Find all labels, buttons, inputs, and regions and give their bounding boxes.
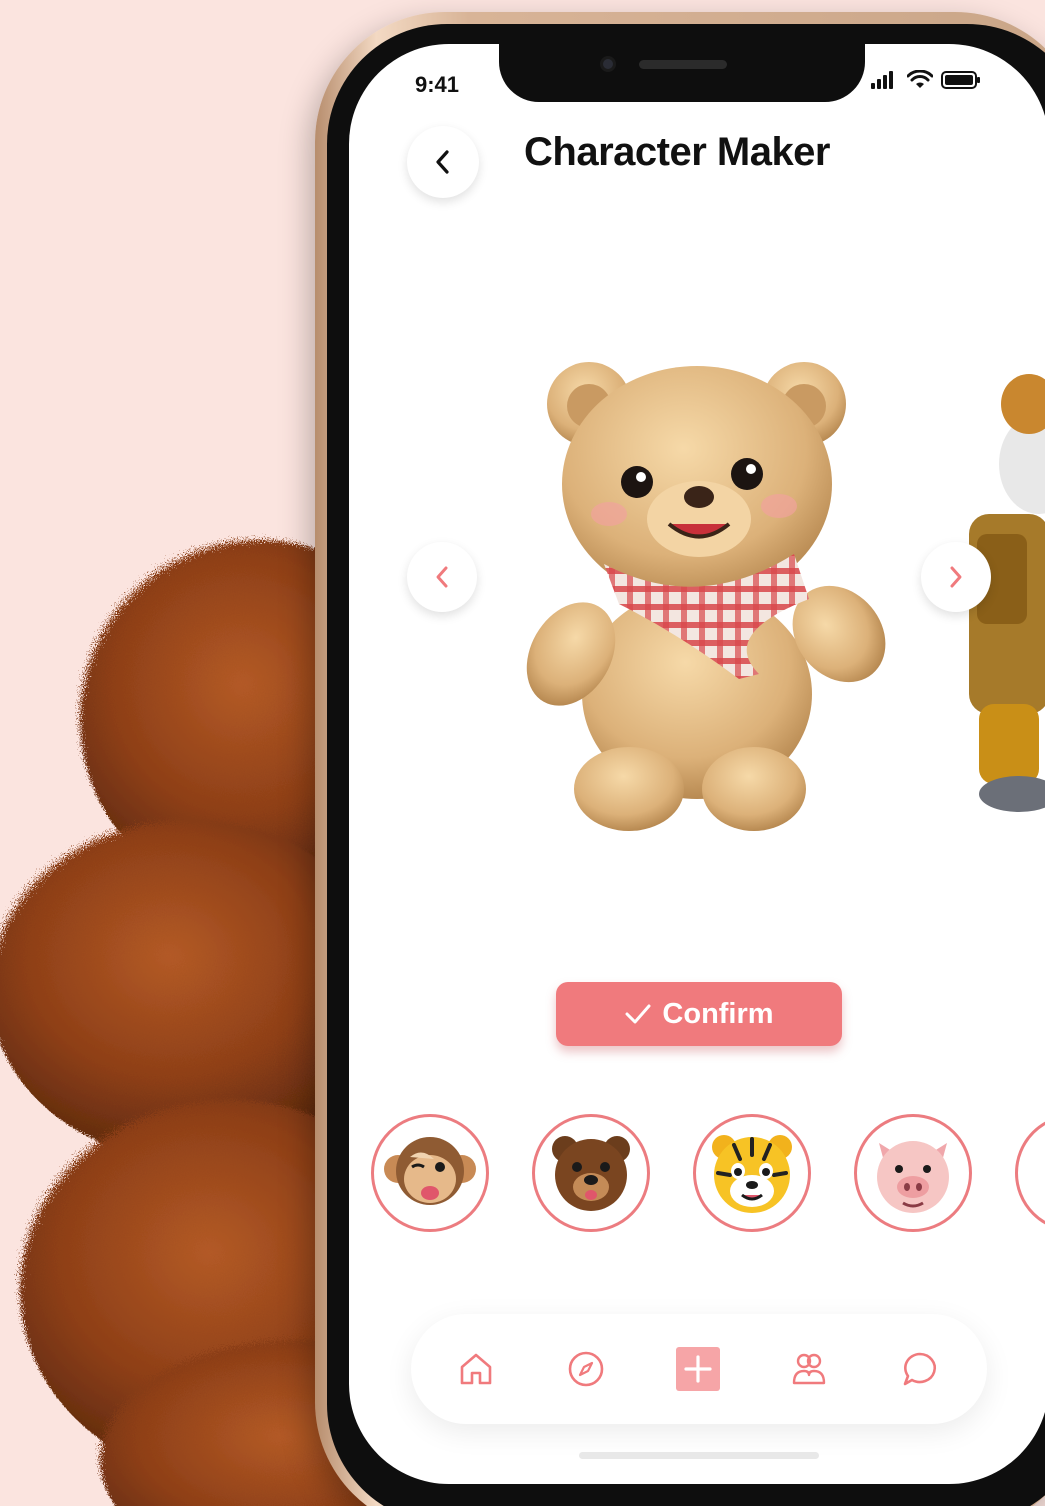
chevron-right-icon: [950, 566, 962, 588]
next-character-button[interactable]: [921, 542, 991, 612]
teddy-bear-character: [526, 362, 886, 831]
battery-icon: [941, 71, 980, 89]
page-title: Character Maker: [524, 130, 831, 174]
avatar-monkey[interactable]: [371, 1114, 489, 1232]
confirm-label: Confirm: [662, 997, 774, 1030]
tab-create[interactable]: [673, 1344, 723, 1394]
bear-icon: [552, 1136, 630, 1211]
status-icons: [871, 68, 981, 92]
tab-explore[interactable]: [561, 1344, 611, 1394]
tab-home[interactable]: [451, 1344, 501, 1394]
avatar-more[interactable]: [1015, 1114, 1045, 1232]
check-icon: [625, 1004, 651, 1024]
tab-messages[interactable]: [895, 1344, 945, 1394]
chevron-left-icon: [436, 150, 449, 174]
speaker-grille: [639, 60, 727, 69]
chevron-left-icon: [436, 566, 448, 588]
bottom-tab-bar: [411, 1314, 987, 1424]
tiger-icon: [712, 1135, 792, 1213]
chat-icon: [903, 1352, 936, 1386]
pig-icon: [877, 1141, 949, 1213]
signal-icon: [871, 71, 893, 89]
status-time: 9:41: [415, 72, 460, 97]
previous-character-button[interactable]: [407, 542, 477, 612]
tab-friends[interactable]: [784, 1344, 834, 1394]
compass-icon: [568, 1351, 604, 1387]
phone-screen: 9:41 Character Maker Confirm: [349, 44, 1045, 1484]
back-button[interactable]: [407, 126, 479, 198]
avatar-pig[interactable]: [854, 1114, 972, 1232]
plus-icon: [676, 1347, 720, 1391]
camera-icon: [600, 56, 616, 72]
notch: [499, 44, 865, 102]
avatar-list: [349, 1114, 1045, 1244]
monkey-icon: [384, 1137, 476, 1205]
home-icon: [460, 1353, 492, 1385]
avatar-tiger[interactable]: [693, 1114, 811, 1232]
avatar-bear[interactable]: [532, 1114, 650, 1232]
wifi-icon: [907, 70, 933, 88]
confirm-button[interactable]: Confirm: [556, 982, 842, 1046]
home-indicator: [579, 1452, 819, 1459]
stage: 9:41 Character Maker Confirm: [0, 0, 1045, 1506]
users-icon: [792, 1353, 826, 1385]
